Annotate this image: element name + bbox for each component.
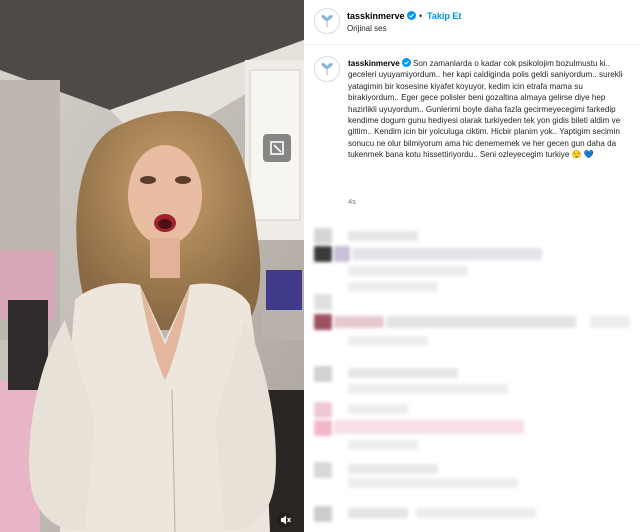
caption-text: Son zamanlarda o kadar cok psikolojim bo…: [348, 59, 623, 160]
verified-badge-icon: [401, 58, 411, 67]
post-media-image: [0, 0, 304, 532]
caption-username[interactable]: tasskinmerve: [348, 59, 400, 68]
audio-label[interactable]: Orijinal ses: [347, 24, 387, 33]
speaker-muted-icon: [281, 515, 291, 525]
avatar-logo-icon: [321, 14, 333, 27]
header-username[interactable]: tasskinmerve: [347, 11, 405, 21]
avatar-logo-icon: [321, 62, 333, 75]
follow-button[interactable]: Takip Et: [427, 11, 461, 21]
media-action-button[interactable]: [263, 134, 291, 162]
post-detail-panel: tasskinmerve • Takip Et Orijinal ses tas…: [304, 0, 640, 532]
caption-emoji: 😌 💙: [571, 150, 594, 160]
caption-avatar[interactable]: [314, 56, 340, 82]
mute-button[interactable]: [277, 512, 293, 528]
media-action-icon: [270, 141, 284, 155]
header-separator: •: [419, 11, 423, 21]
post-timestamp[interactable]: 4s: [348, 197, 356, 206]
header-username-row: tasskinmerve: [347, 11, 416, 21]
post-media[interactable]: [0, 0, 304, 532]
post-caption: tasskinmerve Son zamanlarda o kadar cok …: [348, 58, 632, 161]
post-header: tasskinmerve • Takip Et Orijinal ses: [304, 0, 640, 45]
verified-badge-icon: [406, 11, 416, 20]
avatar[interactable]: [314, 8, 340, 34]
